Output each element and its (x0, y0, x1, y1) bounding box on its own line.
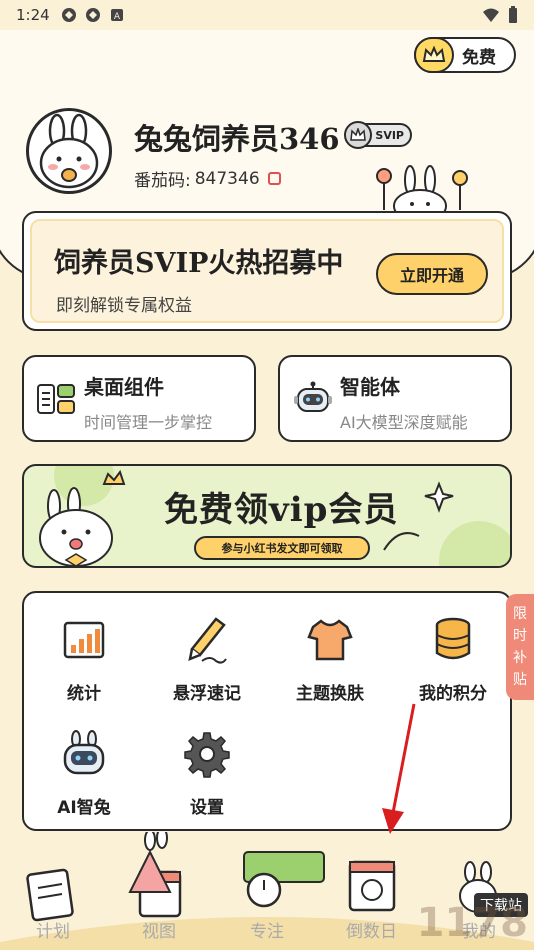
tool-label: 设置 (190, 798, 224, 818)
vip-promo-subtitle: 即刻解锁专属权益 (56, 296, 192, 316)
vip-promo-inner: 饲养员SVIP火热招募中 即刻解锁专属权益 立即开通 (30, 219, 504, 323)
tool-ai-rabbit[interactable]: AI智兔 (29, 721, 139, 821)
tool-label: 统计 (67, 684, 101, 704)
bunny-decoration-icon (376, 165, 468, 218)
ai-agent-card[interactable]: 智能体 AI大模型深度赋能 (278, 355, 512, 442)
pen-icon (188, 617, 227, 664)
status-bar: 1:24 A (0, 0, 534, 30)
tool-label: 悬浮速记 (173, 684, 241, 704)
shirt-icon (307, 619, 353, 661)
user-id: 番茄码: 847346 (134, 166, 281, 191)
user-id-value: 847346 (194, 168, 260, 189)
robot-icon (63, 730, 105, 775)
free-button[interactable]: 免费 (414, 37, 516, 73)
app-notification-icon-2 (86, 8, 100, 22)
tool-theme-skin[interactable]: 主题换肤 (275, 607, 385, 707)
vip-promo-title: 饲养员SVIP火热招募中 (54, 248, 344, 279)
side-tab-char: 贴 (513, 672, 527, 688)
gear-icon (184, 732, 230, 778)
watermark: 1178 (416, 900, 528, 946)
status-system-icons (482, 6, 518, 24)
tool-statistics[interactable]: 统计 (29, 607, 139, 707)
crown-icon (414, 37, 454, 73)
chart-icon (63, 621, 105, 659)
free-vip-banner[interactable]: 免费领vip会员 参与小红书发文即可领取 (22, 464, 512, 568)
tool-label: AI智兔 (57, 798, 111, 818)
limited-subsidy-tab[interactable]: 限 时 补 贴 (506, 594, 534, 700)
annotation-arrow-icon (382, 703, 416, 834)
status-time: 1:24 (16, 6, 50, 24)
avatar[interactable] (26, 108, 112, 194)
banner-title: 免费领vip会员 (164, 490, 399, 530)
copy-icon[interactable] (267, 172, 281, 185)
nav-countdown[interactable]: 倒数日 (346, 917, 397, 942)
svip-badge: SVIP (344, 121, 412, 149)
nav-plan[interactable]: 计划 (36, 917, 70, 942)
a-letter-icon: A (111, 9, 123, 22)
user-id-label: 番茄码: (134, 171, 191, 191)
feature-subtitle: 时间管理一步掌控 (84, 413, 213, 432)
tool-label: 主题换肤 (296, 684, 364, 704)
coins-icon (435, 617, 471, 660)
desktop-widget-card[interactable]: 桌面组件 时间管理一步掌控 (22, 355, 256, 442)
tool-settings[interactable]: 设置 (152, 721, 262, 821)
widget-icon (37, 384, 75, 414)
nav-focus[interactable]: 专注 (250, 917, 284, 942)
feature-title: 智能体 (340, 375, 400, 399)
feature-title: 桌面组件 (84, 375, 164, 399)
tool-my-points[interactable]: 我的积分 (398, 607, 508, 707)
svip-crown-icon (344, 121, 372, 149)
battery-icon (509, 6, 517, 23)
nav-view[interactable]: 视图 (142, 917, 176, 942)
banner-pill: 参与小红书发文即可领取 (194, 536, 370, 560)
bunny-avatar-icon (39, 113, 99, 189)
side-tab-char: 补 (513, 650, 527, 666)
feature-subtitle: AI大模型深度赋能 (340, 413, 468, 432)
tools-card: 统计 悬浮速记 主题换肤 我的积分 AI智兔 设置 (22, 591, 512, 831)
tool-label: 我的积分 (419, 684, 487, 704)
status-app-icons: A (60, 6, 126, 24)
free-button-label: 免费 (462, 47, 496, 68)
open-vip-button[interactable]: 立即开通 (376, 253, 488, 295)
vip-promo-card[interactable]: 饲养员SVIP火热招募中 即刻解锁专属权益 立即开通 (22, 211, 512, 331)
side-tab-char: 限 (513, 606, 527, 622)
svg-text:A: A (114, 12, 121, 22)
svip-badge-label: SVIP (375, 128, 404, 142)
wifi-icon (483, 8, 499, 22)
tool-quick-note[interactable]: 悬浮速记 (152, 607, 262, 707)
app-notification-icon (62, 8, 76, 22)
side-tab-char: 时 (513, 628, 527, 644)
robot-icon (294, 381, 332, 412)
username: 兔兔饲养员346 (134, 122, 340, 156)
